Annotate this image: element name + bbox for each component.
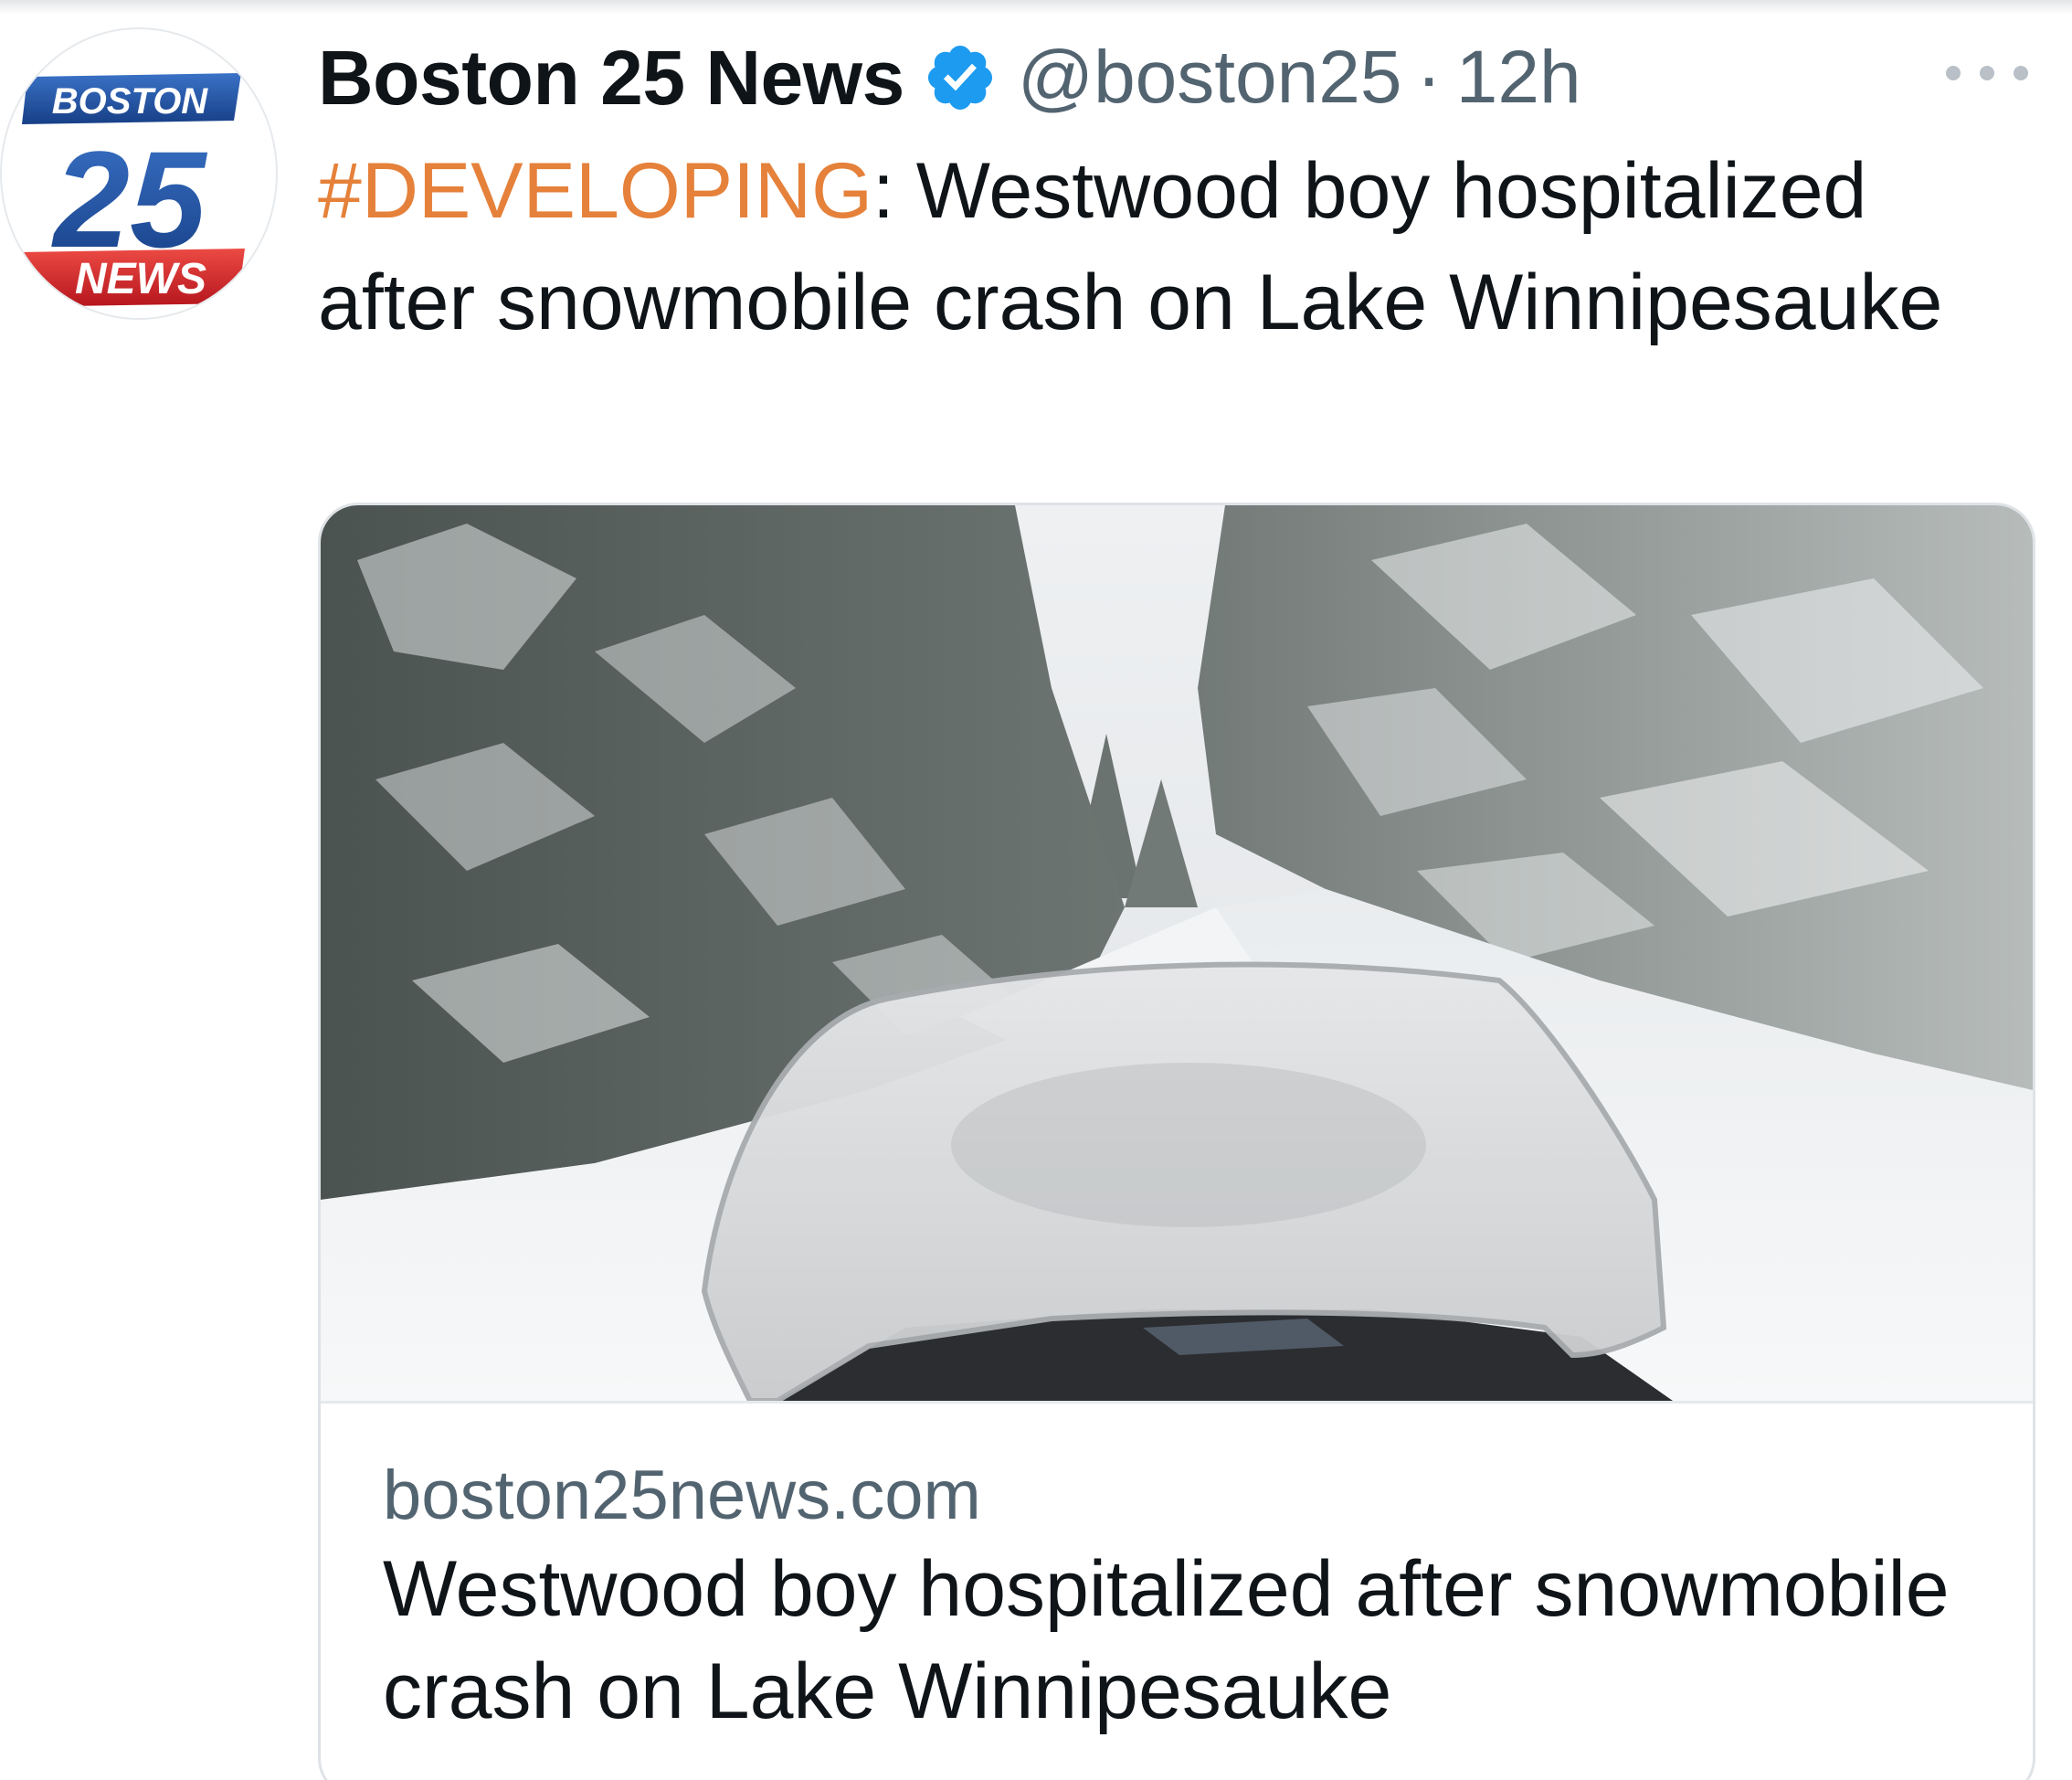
card-title[interactable]: Westwood boy hospitalized after snowmobi…: [383, 1538, 1991, 1743]
verified-badge-icon: [923, 40, 998, 115]
tweet-colon: :: [872, 147, 894, 235]
card-domain[interactable]: boston25news.com: [383, 1456, 981, 1535]
avatar[interactable]: BOSTON 25 NEWS: [0, 27, 278, 320]
hashtag-link[interactable]: #DEVELOPING: [318, 147, 872, 235]
snowmobile-trail-image: [321, 505, 2033, 1401]
tweet-header: Boston 25 News @boston25 · 12h: [318, 27, 1581, 128]
more-horizontal-icon[interactable]: [1946, 55, 2028, 91]
display-name[interactable]: Boston 25 News: [318, 34, 904, 122]
card-divider: [321, 1401, 2033, 1404]
logo-line3: NEWS: [75, 255, 206, 303]
link-card[interactable]: boston25news.com Westwood boy hospitaliz…: [318, 503, 2035, 1780]
boston25-logo: BOSTON 25 NEWS: [13, 73, 245, 307]
logo-line1: BOSTON: [52, 81, 209, 122]
separator-dot: ·: [1416, 36, 1442, 119]
top-edge: [0, 0, 2072, 15]
tweet-screenshot: BOSTON 25 NEWS Boston 25 News @boston25 …: [0, 0, 2072, 1780]
handle[interactable]: @boston25: [1018, 35, 1402, 121]
timestamp[interactable]: 12h: [1456, 35, 1581, 121]
card-image[interactable]: [321, 505, 2033, 1401]
tweet-text: #DEVELOPING: Westwood boy hospitalized a…: [318, 135, 2035, 358]
